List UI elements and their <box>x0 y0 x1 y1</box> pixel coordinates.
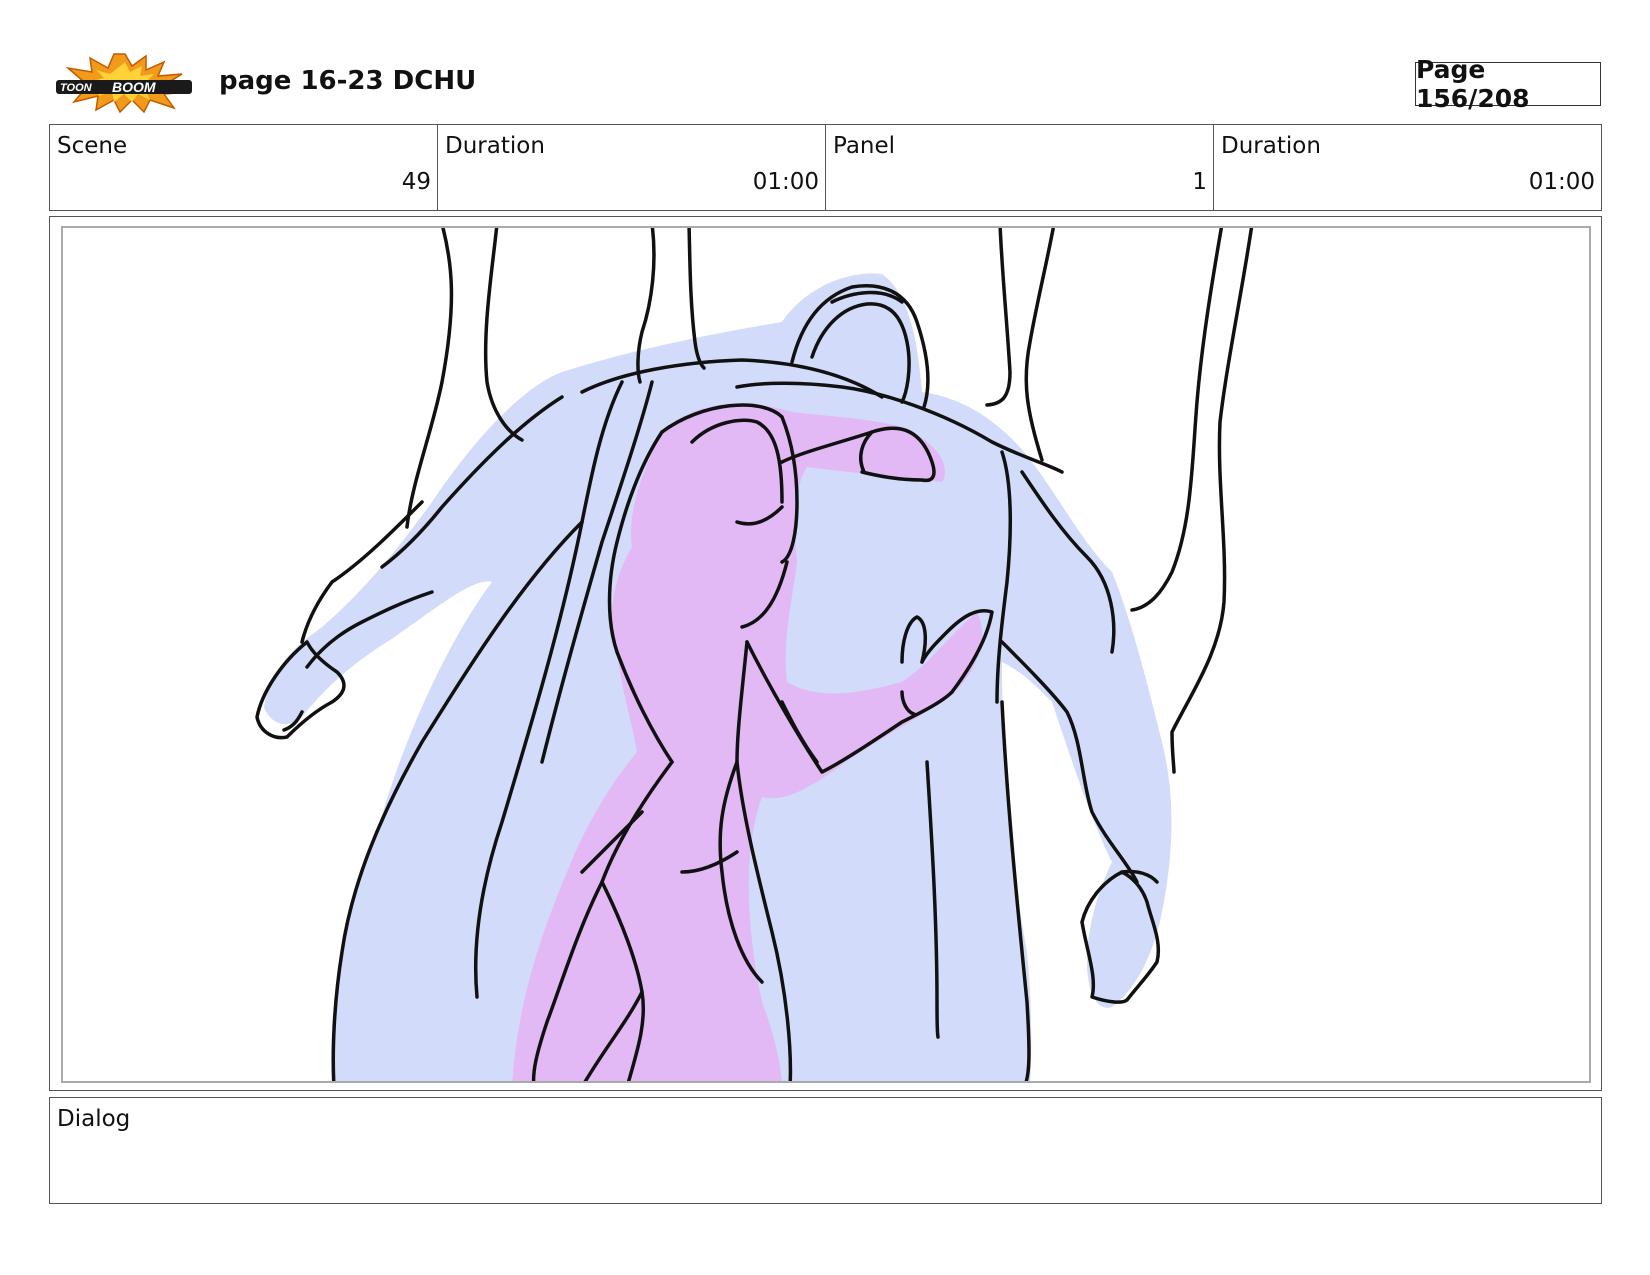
panel-cell: Panel 1 <box>826 125 1214 210</box>
logo-text-boom: BOOM <box>112 79 156 95</box>
scene-label: Scene <box>57 133 128 159</box>
storyboard-sketch <box>255 228 1254 1081</box>
scene-value: 49 <box>401 169 431 195</box>
dialog-label: Dialog <box>57 1106 131 1132</box>
scene-duration-cell: Duration 01:00 <box>438 125 826 210</box>
panel-value: 1 <box>1192 169 1207 195</box>
dialog-box: Dialog <box>49 1097 1602 1204</box>
logo-text-toon: TOON <box>60 82 93 94</box>
storyboard-panel <box>61 226 1591 1083</box>
toon-boom-logo: TOON BOOM <box>54 52 196 114</box>
page-indicator: Page 156/208 <box>1415 55 1601 113</box>
panel-duration-label: Duration <box>1221 133 1321 159</box>
scene-info-table: Scene 49 Duration 01:00 Panel 1 Duration… <box>49 124 1602 211</box>
document-title: page 16-23 DCHU <box>219 66 477 96</box>
scene-duration-value: 01:00 <box>752 169 819 195</box>
page-indicator-text: Page 156/208 <box>1416 55 1530 113</box>
panel-duration-cell: Duration 01:00 <box>1214 125 1601 210</box>
panel-duration-value: 01:00 <box>1528 169 1595 195</box>
scene-cell: Scene 49 <box>50 125 438 210</box>
scene-duration-label: Duration <box>445 133 545 159</box>
panel-label: Panel <box>833 133 896 159</box>
